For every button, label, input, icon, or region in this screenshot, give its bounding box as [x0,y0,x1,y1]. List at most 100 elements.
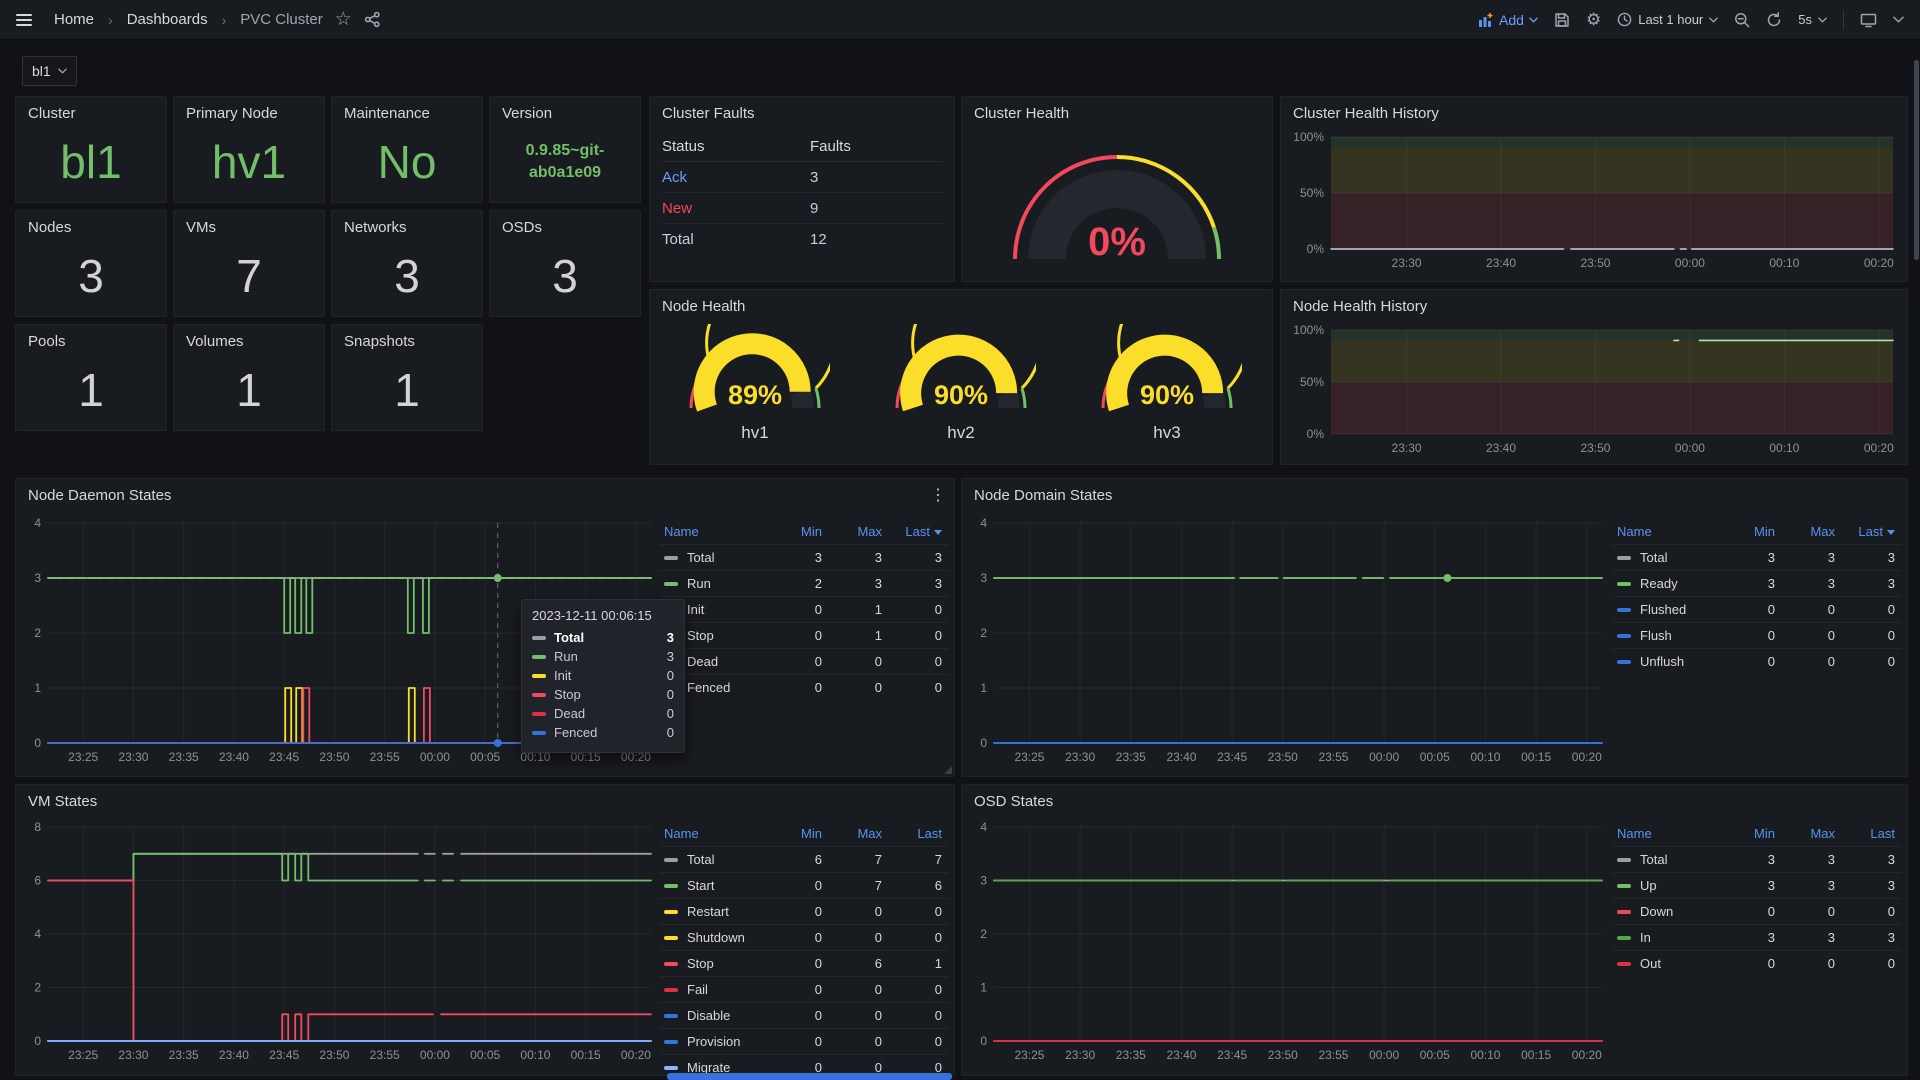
svg-text:23:55: 23:55 [370,1048,400,1062]
legend-row-total[interactable]: Total 677 [660,846,948,872]
legend-row-provision[interactable]: Provision 000 [660,1028,948,1054]
legend-row-stop[interactable]: Stop 010 [660,622,948,648]
stat-panel-osds[interactable]: OSDs 3 [489,210,641,317]
osd-states-panel[interactable]: OSD States 0123423:2523:3023:3523:4023:4… [961,784,1908,1076]
vm-states-chart[interactable]: 0246823:2523:3023:3523:4023:4523:5023:55… [18,815,663,1071]
vertical-scrollbar[interactable] [1914,60,1919,260]
time-range-picker[interactable]: Last 1 hour [1617,12,1718,27]
legend-row-disable[interactable]: Disable 000 [660,1002,948,1028]
vm-states-panel[interactable]: VM States 0246823:2523:3023:3523:4023:45… [15,784,955,1076]
svg-text:00:10: 00:10 [1470,1048,1500,1062]
stat-value: hv1 [174,127,324,196]
stat-panel-snapshots[interactable]: Snapshots 1 [331,324,483,431]
stat-panel-vms[interactable]: VMs 7 [173,210,325,317]
legend-row-total[interactable]: Total 333 [660,544,948,570]
legend-header[interactable]: Name Min Max Last [1613,821,1901,846]
legend-row-dead[interactable]: Dead 000 [660,648,948,674]
legend-row-init[interactable]: Init 010 [660,596,948,622]
stat-panel-cluster[interactable]: Cluster bl1 [15,96,167,203]
cluster-health-panel[interactable]: Cluster Health 0% [961,96,1273,282]
stat-value: 1 [332,355,482,424]
svg-text:23:40: 23:40 [1486,441,1516,455]
menu-icon[interactable] [16,14,32,26]
star-icon[interactable]: ☆ [335,10,352,29]
legend-row-run[interactable]: Run 233 [660,570,948,596]
svg-text:0: 0 [34,1034,41,1048]
add-panel-button[interactable]: Add [1478,12,1538,28]
share-icon[interactable] [364,11,381,28]
breadcrumb-home[interactable]: Home [54,11,94,28]
panel-title: Version [490,97,640,122]
legend-row-down[interactable]: Down 000 [1613,898,1901,924]
panel-title: Snapshots [332,325,482,350]
node-health-panel[interactable]: Node Health 89% hv1 90% hv2 90% hv3 [649,289,1273,465]
legend-row-in[interactable]: In 333 [1613,924,1901,950]
cluster-health-history-panel[interactable]: Cluster Health History 0%50%100%23:3023:… [1280,96,1908,282]
svg-text:23:35: 23:35 [169,750,199,764]
node-health-gauges: 89% hv1 90% hv2 90% hv3 [650,324,1272,443]
svg-text:23:40: 23:40 [1166,1048,1196,1062]
legend-row-flushed[interactable]: Flushed 000 [1613,596,1901,622]
stat-panel-maintenance[interactable]: Maintenance No [331,96,483,203]
faults-row-ack[interactable]: Ack 3 [662,162,942,193]
legend-row-fenced[interactable]: Fenced 000 [660,674,948,700]
svg-text:23:50: 23:50 [1580,441,1610,455]
legend-header[interactable]: Name Min Max Last [660,821,948,846]
stat-panel-version[interactable]: Version 0.9.85~git-ab0a1e09 [489,96,641,203]
faults-row-total[interactable]: Total 12 [662,224,942,254]
tooltip-row-stop: Stop0 [532,687,674,702]
legend-row-unflush[interactable]: Unflush 000 [1613,648,1901,674]
legend-row-start[interactable]: Start 076 [660,872,948,898]
tooltip-row-dead: Dead0 [532,706,674,721]
breadcrumb-dashboards[interactable]: Dashboards [127,11,208,28]
legend-row-restart[interactable]: Restart 000 [660,898,948,924]
legend-row-total[interactable]: Total 333 [1613,846,1901,872]
svg-text:00:20: 00:20 [1572,1048,1602,1062]
refresh-icon[interactable] [1766,12,1782,28]
svg-text:00:10: 00:10 [1470,750,1500,764]
faults-row-new[interactable]: New 9 [662,193,942,224]
legend-row-fail[interactable]: Fail 000 [660,976,948,1002]
node-domain-states-panel[interactable]: Node Domain States 0123423:2523:3023:352… [961,478,1908,777]
legend-row-total[interactable]: Total 333 [1613,544,1901,570]
legend-row-flush[interactable]: Flush 000 [1613,622,1901,648]
vm-states-legend: Name Min Max Last Total 677 Start 076 Re… [660,821,948,1080]
node-daemon-states-panel[interactable]: Node Daemon States ⋮ 0123423:2523:3023:3… [15,478,955,777]
svg-text:23:50: 23:50 [1268,1048,1298,1062]
variable-selector-bl1[interactable]: bl1 [22,56,77,86]
collapse-nav-icon[interactable] [1893,16,1904,23]
legend-row-out[interactable]: Out 000 [1613,950,1901,976]
node-health-history-chart[interactable]: 0%50%100%23:3023:4023:5000:0000:1000:20 [1287,318,1901,460]
legend-header[interactable]: Name Min Max Last [1613,519,1901,544]
tv-mode-icon[interactable] [1860,12,1877,28]
faults-table-header[interactable]: Status Faults [662,131,942,162]
svg-text:1: 1 [980,681,987,695]
legend-row-shutdown[interactable]: Shutdown 000 [660,924,948,950]
svg-text:3: 3 [980,874,987,888]
legend-row-up[interactable]: Up 333 [1613,872,1901,898]
cluster-faults-panel[interactable]: Cluster Faults Status Faults Ack 3 New 9… [649,96,955,282]
panel-resize-handle[interactable] [944,766,952,774]
stat-panel-networks[interactable]: Networks 3 [331,210,483,317]
node-domain-states-chart[interactable]: 0123423:2523:3023:3523:4023:4523:5023:55… [964,511,1614,773]
refresh-interval-picker[interactable]: 5s [1798,12,1827,27]
osd-states-chart[interactable]: 0123423:2523:3023:3523:4023:4523:5023:55… [964,815,1614,1071]
svg-text:23:55: 23:55 [1318,750,1348,764]
legend-row-ready[interactable]: Ready 333 [1613,570,1901,596]
stat-panel-nodes[interactable]: Nodes 3 [15,210,167,317]
zoom-out-icon[interactable] [1734,12,1750,28]
panel-menu-icon[interactable]: ⋮ [930,485,946,505]
settings-gear-icon[interactable]: ⚙ [1586,11,1601,28]
node-health-history-panel[interactable]: Node Health History 0%50%100%23:3023:402… [1280,289,1908,465]
legend-row-stop[interactable]: Stop 061 [660,950,948,976]
stat-panel-volumes[interactable]: Volumes 1 [173,324,325,431]
stat-panel-primary-node[interactable]: Primary Node hv1 [173,96,325,203]
cluster-health-history-chart[interactable]: 0%50%100%23:3023:4023:5000:0000:1000:20 [1287,125,1901,275]
chevron-down-icon [1529,17,1538,23]
save-dashboard-icon[interactable] [1554,12,1570,28]
legend-header[interactable]: Name Min Max Last [660,519,948,544]
legend-scrollbar[interactable] [667,1073,952,1080]
tooltip-time: 2023-12-11 00:06:15 [532,608,674,623]
svg-text:23:55: 23:55 [370,750,400,764]
stat-panel-pools[interactable]: Pools 1 [15,324,167,431]
